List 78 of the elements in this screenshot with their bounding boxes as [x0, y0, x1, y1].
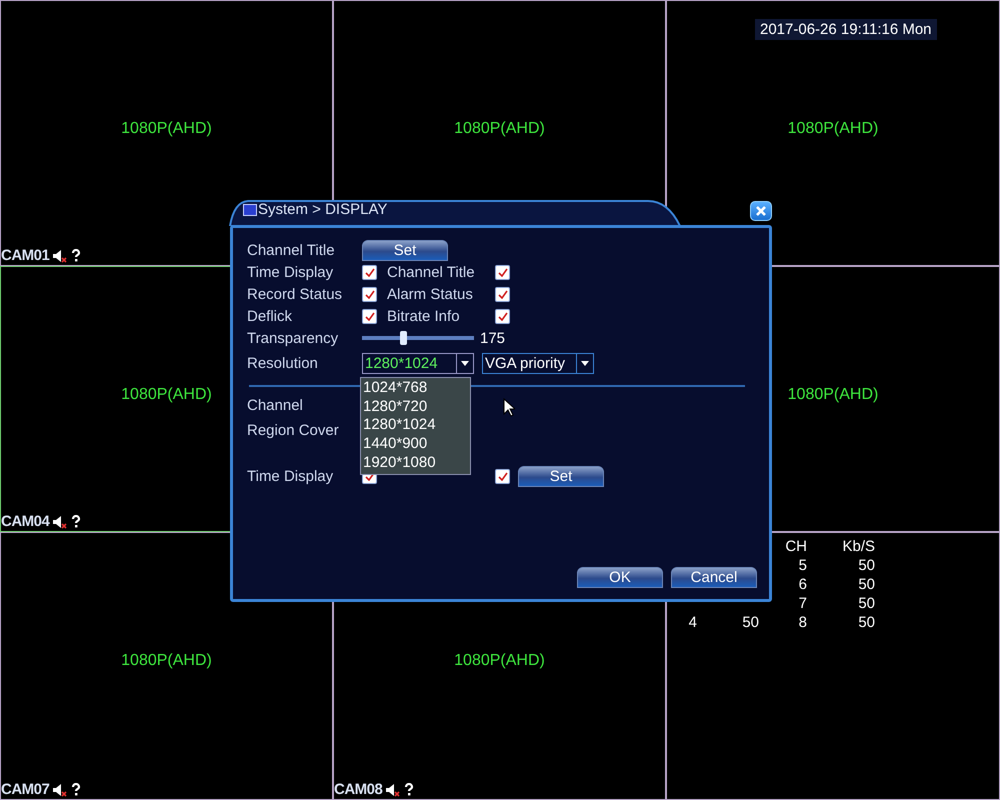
- resolution-dropdown[interactable]: 1280*1024: [362, 352, 474, 374]
- question-icon: [71, 783, 82, 796]
- set-button[interactable]: Set: [518, 466, 604, 486]
- checkbox[interactable]: [495, 264, 510, 280]
- muted-speaker-icon: [385, 782, 402, 796]
- cursor-icon: [503, 398, 515, 417]
- field-label: Transparency: [247, 330, 340, 346]
- close-button[interactable]: [750, 201, 772, 221]
- field-label: Resolution: [247, 354, 319, 372]
- field-label: Region Cover: [247, 422, 340, 439]
- dropdown-option[interactable]: 1440*900: [363, 435, 468, 454]
- resolution-text: 1080P(AHD): [121, 386, 212, 404]
- checkbox[interactable]: [362, 264, 377, 280]
- question-icon: [404, 783, 414, 796]
- dropdown-option[interactable]: 1920*1080: [363, 454, 468, 473]
- checkmark-icon: [498, 290, 508, 298]
- caret-icon: [461, 360, 469, 366]
- table-cell-text: 5: [798, 557, 807, 574]
- checkmark-icon: [364, 290, 374, 298]
- resolution-text: 1080P(AHD): [788, 120, 878, 138]
- table-cell-text: 6: [798, 576, 807, 593]
- resolution-text: 1080P(AHD): [788, 386, 878, 404]
- camera-label: CAM07: [1, 781, 50, 798]
- field-label: Channel: [247, 397, 304, 414]
- option-label: Record Status: [247, 286, 344, 302]
- caret-icon: [581, 360, 589, 366]
- option-label: Alarm Status: [387, 286, 474, 302]
- date-time: 2017-06-26 19:11:16 Mon: [755, 19, 937, 40]
- table-cell-text: 4: [688, 614, 697, 631]
- window-icon: [243, 204, 257, 216]
- table-cell-text: 7: [798, 595, 807, 612]
- muted-speaker-icon: [52, 782, 68, 796]
- dropdown-option[interactable]: 1024*768: [363, 379, 468, 398]
- question-icon: [71, 515, 82, 528]
- checkmark-icon: [498, 312, 508, 320]
- muted-speaker-icon: [52, 514, 68, 528]
- checkbox[interactable]: [362, 286, 377, 302]
- transparency-value: 175: [480, 330, 506, 346]
- table-cell-text: 8: [798, 614, 807, 631]
- window-title: System > DISPLAY: [258, 201, 388, 218]
- camera-label: CAM01: [1, 247, 50, 264]
- cancel-button[interactable]: Cancel: [671, 567, 757, 588]
- muted-speaker-icon: [52, 248, 68, 262]
- ok-button[interactable]: OK: [577, 567, 663, 588]
- question-icon: [71, 249, 82, 262]
- resolution-text: 1080P(AHD): [454, 120, 545, 138]
- column-header: CH: [784, 538, 807, 555]
- checkmark-icon: [364, 268, 374, 276]
- checkmark-icon: [498, 268, 508, 276]
- option-label: Time Display: [247, 264, 334, 280]
- dropdown-option[interactable]: 1280*1024: [363, 416, 468, 436]
- table-cell-text: 50: [857, 576, 875, 593]
- output-mode-dropdown[interactable]: VGA priority: [482, 352, 594, 374]
- table-cell-text: 50: [857, 557, 875, 574]
- table-cell-text: 50: [857, 614, 875, 631]
- resolution-text: 1080P(AHD): [121, 652, 212, 670]
- checkmark-icon: [498, 472, 508, 480]
- field-label: Channel Title: [247, 242, 336, 258]
- table-cell-text: 50: [741, 614, 759, 631]
- checkbox[interactable]: [495, 468, 510, 484]
- option-label: Deflick: [247, 308, 294, 324]
- option-label: Channel Title: [387, 264, 476, 280]
- resolution-text: 1080P(AHD): [454, 652, 545, 670]
- set-button[interactable]: Set: [362, 240, 448, 260]
- slider-thumb[interactable]: [400, 331, 408, 345]
- checkbox[interactable]: [495, 308, 510, 324]
- resolution-text: 1080P(AHD): [121, 120, 212, 138]
- dropdown-option[interactable]: 1280*720: [363, 398, 468, 416]
- checkbox[interactable]: [362, 308, 377, 324]
- option-label: Time Display: [247, 468, 334, 484]
- checkbox[interactable]: [495, 286, 510, 302]
- checkmark-icon: [364, 312, 374, 320]
- camera-label: CAM04: [1, 513, 50, 530]
- column-header: Kb/S: [841, 538, 875, 555]
- table-cell-text: 50: [857, 595, 875, 612]
- close-icon: [755, 205, 767, 217]
- camera-label: CAM08: [334, 781, 382, 798]
- option-label: Bitrate Info: [387, 308, 461, 324]
